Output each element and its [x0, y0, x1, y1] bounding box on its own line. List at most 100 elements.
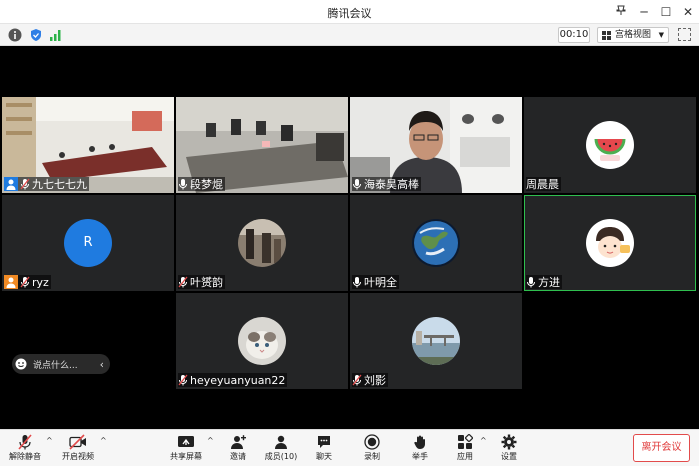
participant-label: heyeyuanyuan22	[178, 373, 288, 387]
participant-name: 方进	[538, 276, 560, 289]
bottom-toolbar: 解除静音 ^ 开启视频 ^ 共享屏幕 ^ 邀请 成员(10) 聊天 录制 举手 …	[0, 429, 699, 466]
close-button[interactable]: ✕	[678, 3, 698, 21]
hand-icon	[414, 435, 425, 449]
apps-label: 应用	[457, 452, 473, 461]
meeting-timer: 00:10	[558, 27, 590, 43]
maximize-button[interactable]: ☐	[656, 3, 676, 21]
participant-tile[interactable]: heyeyuanyuan22	[176, 293, 348, 389]
participant-label: ryz	[4, 275, 51, 289]
window-title: 腾讯会议	[327, 7, 372, 20]
title-bar: 腾讯会议 ─ ☐ ✕	[0, 0, 699, 24]
participant-label: 周晨晨	[526, 177, 561, 191]
start-video-button[interactable]: 开启视频	[58, 432, 98, 464]
mic-muted-icon	[352, 374, 362, 386]
signal-icon[interactable]	[49, 28, 63, 42]
avatar	[586, 121, 634, 169]
video-grid: 九七七七九 段梦焜 海泰昊高棒 周晨晨 R ryz 叶赟韵 叶明全 方进 hey…	[0, 46, 699, 429]
share-screen-icon	[178, 436, 194, 447]
record-button[interactable]: 录制	[352, 432, 392, 464]
members-icon	[275, 435, 287, 449]
unmute-button[interactable]: 解除静音	[5, 432, 45, 464]
leave-meeting-button[interactable]: 离开会议	[633, 434, 690, 462]
participant-name: 叶赟韵	[190, 276, 223, 289]
settings-label: 设置	[501, 452, 517, 461]
participant-tile[interactable]: 刘影	[350, 293, 522, 389]
participant-tile[interactable]: 叶明全	[350, 195, 522, 291]
mic-muted-icon	[18, 434, 32, 450]
participant-name: 刘影	[364, 374, 386, 387]
pin-icon[interactable]	[611, 3, 631, 21]
chat-button[interactable]: 聊天	[304, 432, 344, 464]
participant-tile[interactable]: 海泰昊高棒	[350, 97, 522, 193]
participant-name: ryz	[32, 275, 49, 289]
mic-muted-icon	[20, 276, 30, 288]
unmute-label: 解除静音	[9, 452, 41, 461]
chevron-up-icon[interactable]: ^	[46, 436, 53, 445]
participant-name: 九七七七九	[32, 178, 87, 191]
invite-label: 邀请	[230, 452, 246, 461]
chevron-up-icon[interactable]: ^	[207, 436, 214, 445]
share-screen-label: 共享屏幕	[170, 452, 202, 461]
invite-button[interactable]: 邀请	[218, 432, 258, 464]
chat-input-placeholder[interactable]: 说点什么...	[33, 358, 94, 371]
start-video-label: 开启视频	[62, 452, 94, 461]
mic-icon	[353, 179, 361, 190]
chevron-up-icon[interactable]: ^	[480, 436, 487, 445]
participant-name: 海泰昊高棒	[364, 178, 419, 191]
mic-muted-icon	[178, 374, 188, 386]
info-icon[interactable]	[8, 28, 22, 42]
share-screen-button[interactable]: 共享屏幕	[166, 432, 206, 464]
avatar	[238, 317, 286, 365]
participant-tile[interactable]: 周晨晨	[524, 97, 696, 193]
mic-icon	[353, 277, 361, 288]
participant-label: 叶赟韵	[178, 275, 225, 289]
camera-off-icon	[69, 434, 86, 450]
participant-tile-speaking[interactable]: 方进	[524, 195, 696, 291]
participant-tile[interactable]: R ryz	[2, 195, 174, 291]
avatar	[412, 219, 460, 267]
raise-hand-button[interactable]: 举手	[400, 432, 440, 464]
avatar: R	[64, 219, 112, 267]
shield-icon[interactable]	[29, 28, 43, 42]
avatar	[238, 219, 286, 267]
settings-button[interactable]: 设置	[489, 432, 529, 464]
mic-icon	[527, 277, 535, 288]
grid-icon	[602, 31, 611, 40]
minimize-button[interactable]: ─	[634, 3, 654, 21]
avatar	[586, 219, 634, 267]
participant-name: 周晨晨	[526, 178, 559, 191]
view-selector[interactable]: 宫格视图 ▼	[597, 27, 669, 43]
participant-label: 刘影	[352, 373, 388, 387]
gear-icon	[501, 434, 517, 450]
participant-tile[interactable]: 叶赟韵	[176, 195, 348, 291]
participant-label: 海泰昊高棒	[352, 177, 421, 191]
record-label: 录制	[364, 452, 380, 461]
fullscreen-icon[interactable]	[678, 28, 691, 41]
invite-icon	[231, 435, 246, 449]
mic-muted-icon	[20, 178, 30, 190]
record-icon	[364, 434, 380, 450]
participant-tile[interactable]: 九七七七九	[2, 97, 174, 193]
participant-label: 叶明全	[352, 275, 399, 289]
chat-label: 聊天	[316, 452, 332, 461]
participant-tile[interactable]: 段梦焜	[176, 97, 348, 193]
apps-button[interactable]: 应用	[445, 432, 485, 464]
participant-label: 方进	[526, 275, 562, 289]
chevron-up-icon[interactable]: ^	[100, 436, 107, 445]
participant-label: 段梦焜	[178, 177, 225, 191]
meeting-window: 腾讯会议 ─ ☐ ✕ 00:10 宫格视图 ▼ 九七七七九 段梦焜 海泰昊高棒 …	[0, 0, 699, 466]
chevron-down-icon: ▼	[658, 31, 664, 39]
host-icon	[4, 177, 18, 191]
apps-icon	[458, 434, 473, 449]
view-selector-label: 宫格视图	[615, 30, 652, 40]
members-label: 成员(10)	[264, 452, 298, 461]
chevron-left-icon[interactable]: ‹	[100, 358, 110, 371]
participant-name: heyeyuanyuan22	[190, 373, 286, 387]
participant-label: 九七七七九	[4, 177, 89, 191]
chat-icon	[318, 436, 330, 448]
chat-input-bar[interactable]: 说点什么... ‹	[12, 354, 110, 374]
raise-hand-label: 举手	[412, 452, 428, 461]
top-toolbar: 00:10 宫格视图 ▼	[0, 24, 699, 46]
members-button[interactable]: 成员(10)	[261, 432, 301, 464]
emoji-icon[interactable]	[15, 358, 27, 370]
